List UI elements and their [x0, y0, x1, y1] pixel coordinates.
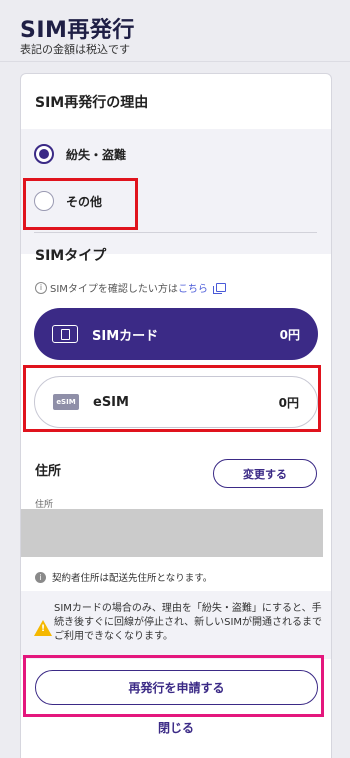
sim-option-price: 0円: [279, 327, 300, 342]
info-filled-icon: i: [35, 571, 46, 583]
address-value-box: [21, 509, 323, 557]
apply-reissue-button[interactable]: 再発行を申請する: [35, 670, 318, 705]
info-icon: i: [35, 281, 47, 294]
sim-reissue-card: SIM再発行の理由 紛失・盗難 その他 SIMタイプ i SIMタイプを確認した…: [20, 73, 332, 758]
warning-icon: !: [34, 620, 52, 636]
sim-option-esim[interactable]: eSIM eSIM 0円: [34, 376, 318, 428]
sim-option-price: 0円: [278, 395, 299, 410]
sim-type-info: i SIMタイプを確認したい方は こちら: [35, 280, 226, 295]
close-link[interactable]: 閉じる: [21, 719, 331, 736]
warning-panel: ! SIMカードの場合のみ、理由を「紛失・盗難」にすると、手続き後すぐに回線が停…: [21, 591, 331, 659]
radio-unchecked-icon[interactable]: [34, 191, 54, 211]
address-section-title: 住所: [35, 464, 62, 479]
reason-options-panel: 紛失・盗難 その他: [21, 129, 331, 254]
change-address-button[interactable]: 変更する: [213, 459, 317, 488]
sim-option-name: eSIM: [93, 394, 129, 410]
reason-option-label: 紛失・盗難: [66, 147, 127, 162]
page-header: SIM再発行 表記の金額は税込です: [0, 0, 350, 62]
page-title: SIM再発行: [20, 18, 135, 43]
reason-section-title: SIM再発行の理由: [35, 95, 149, 111]
tax-note: 表記の金額は税込です: [20, 43, 130, 56]
reason-option-lost-stolen[interactable]: 紛失・盗難: [34, 134, 324, 174]
warning-text: SIMカードの場合のみ、理由を「紛失・盗難」にすると、手続き後すぐに回線が停止さ…: [54, 603, 323, 643]
reason-option-label: その他: [66, 194, 103, 209]
external-link-icon[interactable]: [212, 282, 226, 294]
reason-option-other[interactable]: その他: [34, 181, 324, 221]
sim-type-section-title: SIMタイプ: [35, 248, 107, 264]
radio-checked-icon[interactable]: [34, 144, 54, 164]
sim-option-name: SIMカード: [92, 328, 159, 344]
divider: [34, 232, 317, 233]
sim-card-icon: [52, 325, 78, 343]
sim-type-info-text: SIMタイプを確認したい方は: [50, 284, 178, 295]
address-note-text: 契約者住所は配送先住所となります。: [52, 573, 213, 584]
esim-icon: eSIM: [53, 394, 79, 410]
sim-option-physical[interactable]: SIMカード 0円: [34, 308, 318, 360]
sim-type-info-link[interactable]: こちら: [178, 280, 208, 295]
address-note: i 契約者住所は配送先住所となります。: [35, 570, 212, 584]
